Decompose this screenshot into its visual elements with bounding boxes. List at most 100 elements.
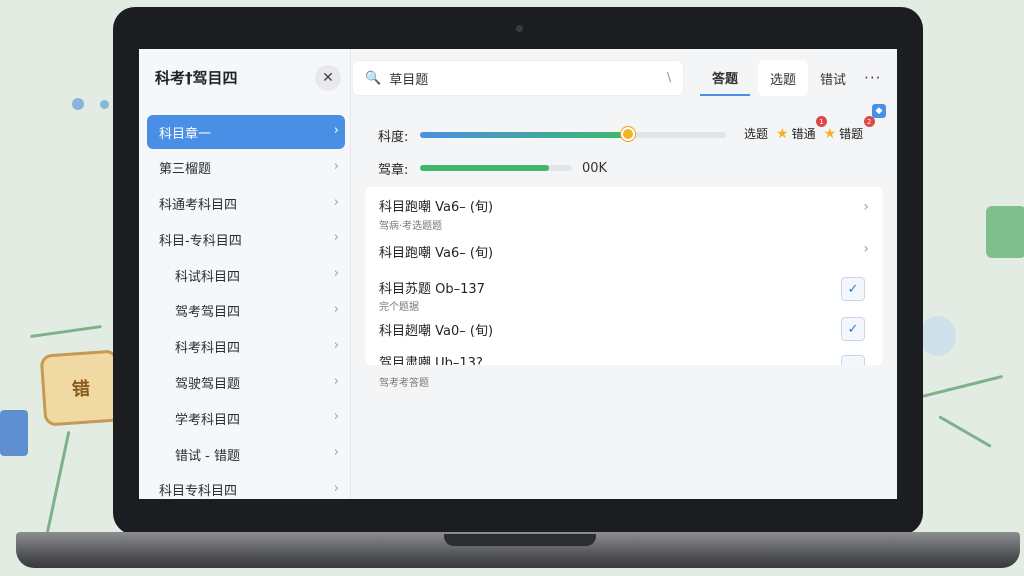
progress-track [420, 165, 572, 171]
sidebar-item-label: 科目专科目四 [159, 484, 238, 499]
list-item[interactable]: 驾目肃嘲 Ub–13? [365, 349, 883, 365]
question-title: 科目苏题 Ob–137 [379, 282, 485, 297]
stat-label: 错题 [839, 127, 864, 141]
chevron-right-icon: › [333, 373, 339, 389]
question-title: 驾目肃嘲 Ub–13? [379, 356, 483, 365]
stat-wrong-pass[interactable]: ★ 错通 1 [776, 116, 828, 142]
laptop-notch [444, 534, 596, 546]
sidebar-item[interactable]: 科通考科目四 › [147, 187, 345, 221]
tab-label: 错试 [820, 72, 847, 88]
chevron-right-icon: › [333, 266, 339, 282]
sidebar-item[interactable]: 科试科目四 › [147, 258, 345, 292]
background-dot [100, 100, 109, 109]
tab-answer[interactable]: 答题 [700, 60, 751, 96]
sidebar-item[interactable]: 学考科目四 › [147, 401, 345, 435]
tab-select[interactable]: 选题 [758, 60, 809, 96]
question-title: 科目跑嘲 Va6– (旬) [379, 246, 494, 261]
sidebar-item[interactable]: 第三榴题 › [147, 151, 345, 185]
chevron-right-icon: › [333, 445, 339, 461]
sidebar-item-label: 学考科目四 [175, 412, 241, 428]
tab-bar: 答题 选题 错试 ··· [700, 60, 881, 96]
main-panel: 🔍 草目题 \ 答题 选题 错试 ··· ◆ 科度: 驾章: 00K 选题 ★ … [352, 49, 897, 499]
question-title: 科目跑嘲 Va6– (旬) [379, 200, 494, 215]
search-value: 草目题 [389, 72, 429, 88]
sidebar-item-label: 第三榴题 [159, 162, 212, 178]
background-sticker: 错 [39, 349, 123, 427]
question-subtitle: 完个题据 [379, 302, 419, 313]
close-button[interactable]: ✕ [315, 65, 341, 91]
question-title: 科目趔嘲 Va0– (旬) [379, 324, 494, 339]
chevron-right-icon: › [333, 337, 339, 353]
chevron-right-icon: › [333, 409, 339, 425]
question-list: 科目跑嘲 Va6– (旬) 驾病·考选题题 › 科目跑嘲 Va6– (旬) › … [365, 187, 883, 365]
background-block [986, 206, 1024, 258]
list-item[interactable]: 科目跑嘲 Va6– (旬) › [365, 233, 883, 275]
checkbox[interactable]: ✓ [841, 277, 865, 301]
sidebar-item[interactable]: 驾驶驾目题 › [147, 366, 345, 400]
sidebar-item[interactable]: 错试 - 错题 › [147, 437, 345, 471]
search-input[interactable]: 🔍 草目题 \ [352, 60, 684, 96]
chevron-right-icon: › [333, 123, 339, 138]
sidebar-item-label: 驾驶驾目题 [175, 377, 241, 393]
progress-fill [420, 165, 550, 171]
progress-track[interactable] [420, 127, 726, 141]
sidebar-item-label: 错试 - 错题 [175, 448, 240, 464]
tab-label: 答题 [712, 71, 739, 87]
background-sketch-line [920, 374, 1004, 399]
stat-select[interactable]: 选题 [744, 125, 768, 142]
sidebar-item[interactable]: 科考科目四 › [147, 330, 345, 364]
tab-mistakes[interactable]: 错试 [808, 60, 858, 96]
progress-row-subject: 科度: [378, 125, 726, 145]
sidebar-item-label: 科目-专科目四 [159, 233, 242, 249]
chevron-right-icon: › [333, 158, 339, 174]
progress-label: 驾章: [378, 162, 409, 178]
stat-label: 错通 [791, 127, 816, 141]
count-badge: 2 [863, 116, 875, 127]
chevron-right-icon: › [863, 199, 869, 215]
chevron-right-icon: › [333, 230, 339, 246]
question-subtitle: 驾病·考选题题 [379, 221, 443, 232]
stats-bar: 选题 ★ 错通 1 ★ 错题 2 [744, 116, 875, 142]
checkbox[interactable] [841, 355, 865, 365]
search-clear-icon[interactable]: \ [667, 70, 671, 84]
background-sketch-line [44, 430, 71, 540]
chevron-right-icon: › [333, 194, 339, 210]
tab-label: 选题 [770, 72, 797, 88]
progress-row-chapter: 驾章: 00K [378, 158, 607, 178]
camera-icon [516, 25, 523, 32]
stat-wrong-questions[interactable]: ★ 错题 2 [823, 116, 875, 142]
star-icon: ★ [823, 125, 837, 142]
checkbox[interactable]: ✓ [841, 317, 865, 341]
sidebar-item[interactable]: 科目章一 › [147, 115, 345, 149]
background-dot [72, 98, 84, 110]
sidebar-item[interactable]: 科目专科目四 › [147, 473, 345, 499]
notification-icon[interactable]: ◆ [872, 104, 886, 118]
more-menu-icon[interactable]: ··· [864, 69, 881, 87]
chevron-right-icon: › [333, 480, 339, 496]
sidebar: 科考†驾目四 ✕ 科目章一 › 第三榴题 › 科通考科目四 › 科目-专科目四 › 科试… [139, 49, 351, 499]
background-block [0, 410, 28, 456]
sidebar-item-label: 科试科目四 [175, 269, 241, 285]
progress-label: 科度: [378, 129, 409, 145]
background-sketch-line [30, 325, 102, 338]
progress-fill [420, 132, 629, 138]
progress-value: 00K [582, 160, 608, 176]
close-icon: ✕ [322, 70, 334, 86]
list-item[interactable]: 科目趔嘲 Va0– (旬) ✓ [365, 317, 883, 349]
chevron-right-icon: › [863, 241, 869, 257]
background-sketch-line [938, 415, 992, 448]
star-icon: ★ [776, 125, 789, 142]
sidebar-list: 科目章一 › 第三榴题 › 科通考科目四 › 科目-专科目四 › 科试科目四 › 驾考驾目… [147, 115, 345, 499]
progress-knob[interactable] [621, 127, 636, 141]
background-bubble [920, 316, 956, 356]
search-icon: 🔍 [365, 70, 382, 86]
list-footer-text: 驾考考答题 [379, 378, 429, 389]
sidebar-item[interactable]: 驾考驾目四 › [147, 294, 345, 328]
sidebar-item-label: 驾考驾目四 [175, 305, 241, 321]
sidebar-item-label: 科通考科目四 [159, 198, 238, 214]
sidebar-item-label: 科考科目四 [175, 341, 241, 357]
sidebar-item[interactable]: 科目-专科目四 › [147, 222, 345, 256]
list-item[interactable]: 科目跑嘲 Va6– (旬) 驾病·考选题题 › [365, 187, 883, 233]
stat-label: 选题 [744, 127, 769, 141]
list-item[interactable]: 科目苏题 Ob–137 完个题据 ✓ [365, 275, 883, 317]
